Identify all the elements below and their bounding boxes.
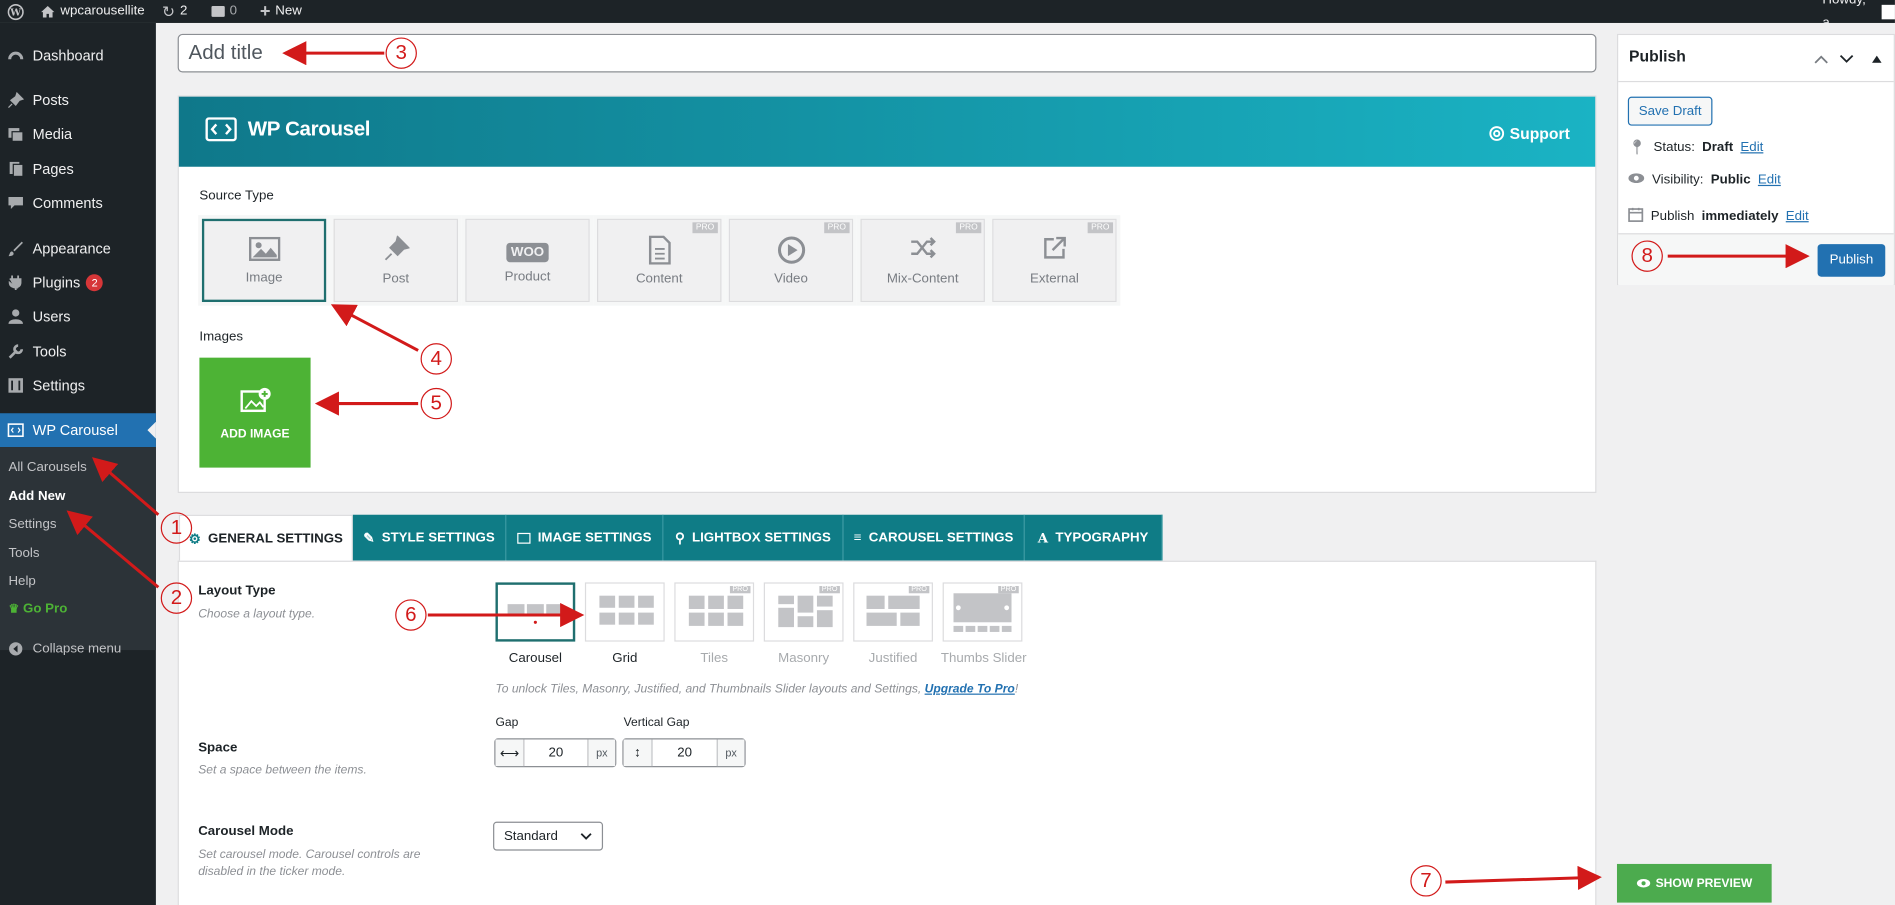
annotation-arrow-7: [1445, 865, 1602, 890]
annotation-marker-8: 8: [1631, 240, 1663, 272]
annotation-marker-7: 7: [1410, 865, 1442, 897]
annotation-arrow-4: [330, 304, 419, 352]
annotation-marker-5: 5: [420, 387, 452, 420]
annotation-marker-4: 4: [420, 343, 452, 375]
annotation-marker-2: 2: [160, 582, 193, 614]
annotation-arrows: [66, 41, 1810, 890]
annotation-marker-1: 1: [160, 512, 193, 544]
annotation-arrow-1: [91, 457, 160, 516]
annotation-marker-6: 6: [395, 599, 427, 631]
annotation-arrow-2: [66, 510, 160, 589]
annotation-marker-3: 3: [385, 37, 417, 69]
